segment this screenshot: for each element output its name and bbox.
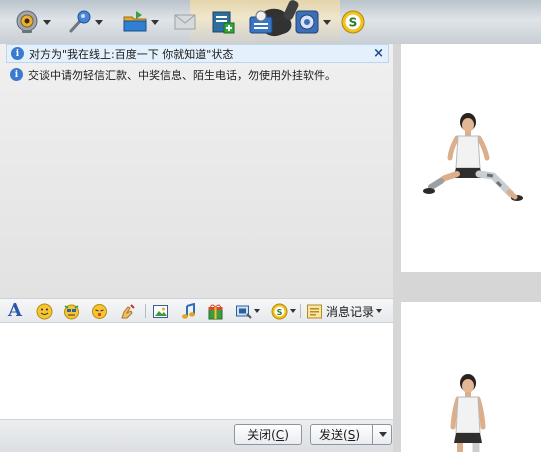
music-button[interactable] xyxy=(180,302,197,320)
send-sms-button[interactable] xyxy=(172,8,198,36)
close-button-suffix: ) xyxy=(284,427,289,442)
svg-text:S: S xyxy=(349,16,358,30)
magic-face-icon xyxy=(64,304,79,319)
message-record-label: 消息记录 xyxy=(326,304,375,319)
app-settings-icon xyxy=(295,10,319,34)
show-panel xyxy=(393,44,541,452)
status-notice-text: 对方为"我在线上:百度一下 你就知道"状态 xyxy=(29,47,234,61)
close-button-hotkey: C xyxy=(275,427,285,442)
send-file-button[interactable] xyxy=(122,8,159,36)
send-options-dropdown[interactable] xyxy=(372,424,392,445)
soso-icon: S xyxy=(271,303,288,319)
magic-emoticon-button[interactable] xyxy=(63,302,80,320)
send-picture-button[interactable] xyxy=(152,302,169,320)
close-button[interactable]: 关闭(C) xyxy=(234,424,302,445)
video-call-icon xyxy=(16,10,38,33)
create-discussion-button[interactable] xyxy=(210,8,236,36)
info-icon: i xyxy=(10,68,23,81)
chevron-down-icon xyxy=(378,432,387,437)
status-notice-bar: i 对方为"我在线上:百度一下 你就知道"状态 × xyxy=(6,44,389,63)
message-record-button[interactable]: 消息记录 xyxy=(306,302,383,320)
font-button[interactable]: A xyxy=(8,302,22,320)
font-icon: A xyxy=(8,300,22,321)
security-warning-text: 交谈中请勿轻信汇款、中奖信息、陌生电话，勿使用外挂软件。 xyxy=(28,68,336,82)
scrawl-button[interactable] xyxy=(119,302,136,320)
soso-search-icon: S xyxy=(341,10,365,34)
smiley-icon xyxy=(36,303,53,319)
hand-draw-icon xyxy=(121,303,135,318)
screen-capture-button[interactable] xyxy=(235,302,260,320)
contact-avatar-image xyxy=(423,113,523,201)
voice-call-button[interactable] xyxy=(66,8,103,36)
soso-search-button[interactable]: S xyxy=(340,8,366,36)
send-button-suffix: ) xyxy=(355,427,360,442)
send-file-icon xyxy=(123,11,147,32)
my-avatar-show[interactable] xyxy=(401,302,541,452)
create-discussion-icon xyxy=(212,11,235,34)
voice-call-icon xyxy=(69,10,91,33)
contact-avatar-show[interactable] xyxy=(401,44,541,272)
chat-pane: i 对方为"我在线上:百度一下 你就知道"状态 × i 交谈中请勿轻信汇款、中奖… xyxy=(0,44,393,452)
music-note-icon xyxy=(182,302,195,319)
gift-icon xyxy=(208,304,223,319)
bottom-action-bar: 关闭(C) 发送(S) xyxy=(0,419,393,452)
contact-info-icon xyxy=(249,10,273,34)
close-button-label: 关闭( xyxy=(247,428,276,442)
shake-window-button[interactable] xyxy=(91,302,108,320)
message-input[interactable] xyxy=(0,323,393,419)
format-toolbar: A S 消息记录 xyxy=(0,298,393,323)
emoticon-button[interactable] xyxy=(36,302,53,320)
send-button-label: 发送( xyxy=(319,428,348,442)
gift-button[interactable] xyxy=(207,302,224,320)
my-avatar-image xyxy=(450,374,486,452)
contact-info-button[interactable] xyxy=(248,8,274,36)
svg-text:S: S xyxy=(277,307,283,316)
video-call-button[interactable] xyxy=(14,8,51,36)
send-sms-icon xyxy=(174,14,196,30)
message-history[interactable]: i 对方为"我在线上:百度一下 你就知道"状态 × i 交谈中请勿轻信汇款、中奖… xyxy=(0,44,393,298)
soso-tool-button[interactable]: S xyxy=(271,302,296,320)
app-settings-button[interactable] xyxy=(294,8,331,36)
message-record-icon xyxy=(307,304,322,318)
shake-face-icon xyxy=(92,303,107,319)
send-button-hotkey: S xyxy=(347,427,356,442)
info-icon: i xyxy=(11,47,24,60)
security-warning: i 交谈中请勿轻信汇款、中奖信息、陌生电话，勿使用外挂软件。 xyxy=(10,67,336,82)
main-toolbar: S xyxy=(0,0,541,44)
screenshot-icon xyxy=(236,305,252,319)
picture-icon xyxy=(153,304,168,318)
close-notice-icon[interactable]: × xyxy=(373,46,384,61)
